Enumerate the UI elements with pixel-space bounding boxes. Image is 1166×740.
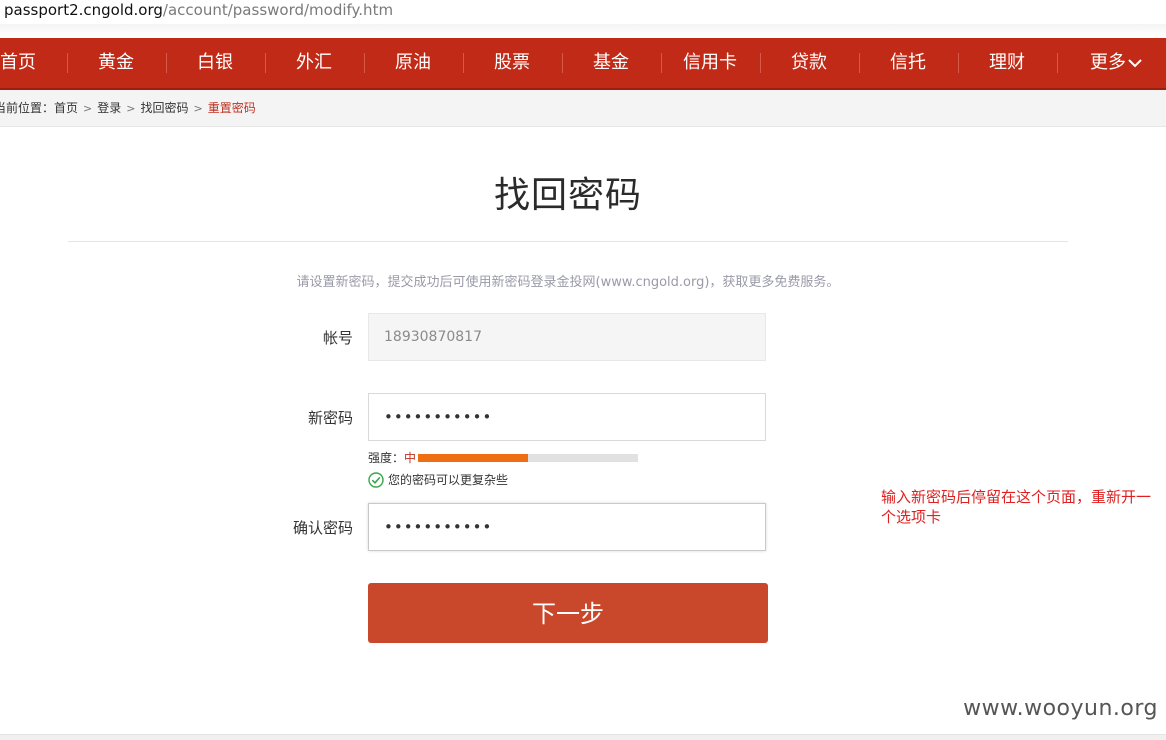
nav-item-credit-card[interactable]: 信用卡 xyxy=(683,38,737,88)
nav-separator xyxy=(166,53,167,73)
page-title: 找回密码 xyxy=(493,175,642,216)
strength-label: 强度： xyxy=(368,451,405,465)
nav-separator xyxy=(562,53,563,73)
password-strength: 强度：中 xyxy=(368,449,416,467)
main-nav: 首页 黄金 白银 外汇 原油 股票 基金 信用卡 贷款 信托 理财 更多 xyxy=(0,38,1166,90)
nav-item-stocks[interactable]: 股票 xyxy=(494,38,530,88)
next-step-button[interactable]: 下一步 xyxy=(368,583,768,643)
breadcrumb-prefix: 当前位置： xyxy=(0,101,55,115)
nav-item-home[interactable]: 首页 xyxy=(0,38,36,88)
check-circle-icon xyxy=(368,472,384,488)
chevron-down-icon xyxy=(1128,59,1142,68)
nav-separator xyxy=(958,53,959,73)
address-bar-shadow xyxy=(0,24,1166,38)
password-hint-text: 您的密码可以更复杂些 xyxy=(388,473,509,487)
nav-item-funds[interactable]: 基金 xyxy=(593,38,629,88)
nav-item-crude-oil[interactable]: 原油 xyxy=(395,38,431,88)
breadcrumb: 当前位置：首页 > 登录 > 找回密码 > 重置密码 xyxy=(0,90,1166,127)
new-password-label: 新密码 xyxy=(307,409,353,427)
address-host: passport2.cngold.org xyxy=(4,1,163,19)
new-password-input[interactable]: ••••••••••• xyxy=(368,393,766,441)
nav-item-silver[interactable]: 白银 xyxy=(197,38,233,88)
address-bar[interactable]: passport2.cngold.org/account/password/mo… xyxy=(0,0,1166,25)
nav-separator xyxy=(67,53,68,73)
nav-separator xyxy=(1057,53,1058,73)
address-path: /account/password/modify.htm xyxy=(162,1,394,19)
breadcrumb-login[interactable]: 登录 xyxy=(97,101,121,115)
watermark: www.wooyun.org xyxy=(963,696,1158,721)
confirm-password-label: 确认密码 xyxy=(292,519,353,537)
page-bottom-edge xyxy=(0,734,1166,740)
breadcrumb-current: 重置密码 xyxy=(207,101,256,115)
annotation-note: 输入新密码后停留在这个页面，重新开一个选项卡 xyxy=(881,488,1152,526)
strength-level: 中 xyxy=(404,451,417,465)
nav-separator xyxy=(859,53,860,73)
nav-item-more[interactable]: 更多 xyxy=(1090,38,1142,88)
nav-item-loans[interactable]: 贷款 xyxy=(791,38,827,88)
strength-bar-fill xyxy=(418,454,528,462)
nav-separator xyxy=(265,53,266,73)
nav-item-gold[interactable]: 黄金 xyxy=(98,38,134,88)
nav-item-wealth[interactable]: 理财 xyxy=(989,38,1025,88)
nav-item-forex[interactable]: 外汇 xyxy=(296,38,332,88)
instruction-text: 请设置新密码，提交成功后可使用新密码登录金投网(www.cngold.org)，… xyxy=(296,275,840,290)
address-url[interactable]: passport2.cngold.org/account/password/mo… xyxy=(4,1,393,19)
strength-bar xyxy=(418,454,638,462)
breadcrumb-separator-icon: > xyxy=(126,102,136,115)
account-label: 帐号 xyxy=(322,329,353,347)
confirm-password-input[interactable]: ••••••••••• xyxy=(368,503,766,551)
nav-item-trust[interactable]: 信托 xyxy=(890,38,926,88)
password-hint: 您的密码可以更复杂些 xyxy=(368,471,508,489)
breadcrumb-find-password[interactable]: 找回密码 xyxy=(140,101,188,115)
account-field: 18930870817 xyxy=(368,313,766,361)
nav-separator xyxy=(760,53,761,73)
nav-more-label: 更多 xyxy=(1090,52,1126,73)
breadcrumb-home[interactable]: 首页 xyxy=(54,101,78,115)
breadcrumb-separator-icon: > xyxy=(193,102,203,115)
title-divider xyxy=(68,241,1068,242)
nav-separator xyxy=(661,53,662,73)
breadcrumb-separator-icon: > xyxy=(83,102,93,115)
nav-separator xyxy=(463,53,464,73)
nav-separator xyxy=(364,53,365,73)
